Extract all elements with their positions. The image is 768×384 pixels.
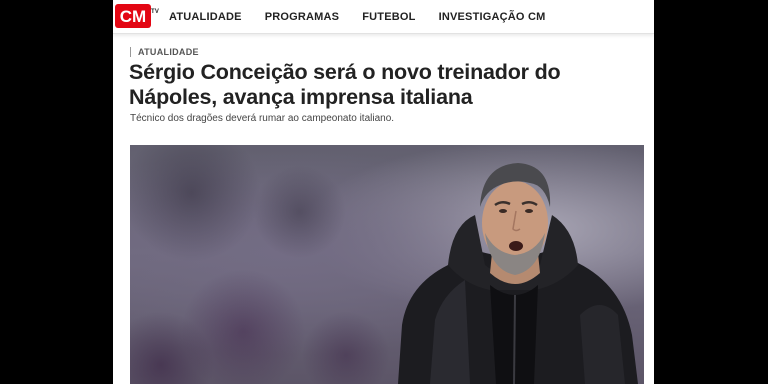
top-navigation-bar: CM TV ATUALIDADE PROGRAMAS FUTEBOL INVES… [113, 0, 654, 34]
nav-item-atualidade[interactable]: ATUALIDADE [169, 11, 242, 23]
main-nav: ATUALIDADE PROGRAMAS FUTEBOL INVESTIGAÇÃ… [169, 0, 568, 34]
logo-text: CM [120, 7, 146, 26]
article-category[interactable]: ATUALIDADE [130, 47, 199, 57]
nav-item-programas[interactable]: PROGRAMAS [265, 11, 340, 23]
nav-item-investigacao-cm[interactable]: INVESTIGAÇÃO CM [439, 11, 546, 23]
article-page: CM TV ATUALIDADE PROGRAMAS FUTEBOL INVES… [113, 0, 654, 384]
cmtv-logo[interactable]: CM [115, 4, 151, 28]
article-subtitle: Técnico dos dragões deverá rumar ao camp… [130, 113, 395, 124]
nav-item-futebol[interactable]: FUTEBOL [362, 11, 415, 23]
article-headline: Sérgio Conceição será o novo treinador d… [129, 60, 561, 109]
logo-tv-suffix: TV [151, 9, 160, 15]
article-hero-image [130, 145, 644, 384]
coach-photo [398, 163, 638, 384]
